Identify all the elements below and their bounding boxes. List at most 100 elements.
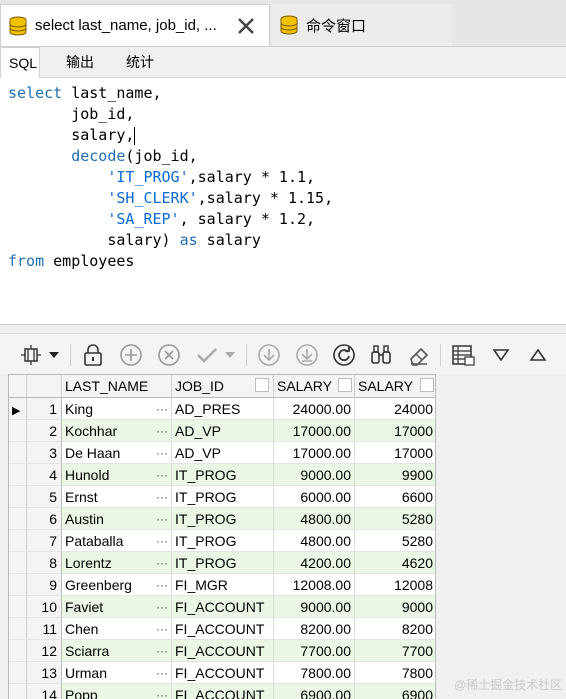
row-number[interactable]: 3 <box>27 442 62 464</box>
cell-salary[interactable]: 9000.00 <box>274 596 355 618</box>
binoculars-icon[interactable] <box>368 342 394 368</box>
cell-salary[interactable]: 4800.00 <box>274 530 355 552</box>
row-number[interactable]: 11 <box>27 618 62 640</box>
cell-salary-computed[interactable]: 7800 <box>355 662 435 684</box>
ellipsis-button[interactable]: ··· <box>156 684 168 699</box>
row-number[interactable]: 7 <box>27 530 62 552</box>
cell-salary[interactable]: 7800.00 <box>274 662 355 684</box>
cell-last-name[interactable]: Sciarra ··· <box>62 640 172 662</box>
cell-salary[interactable]: 12008.00 <box>274 574 355 596</box>
cell-salary[interactable]: 4200.00 <box>274 552 355 574</box>
cell-salary[interactable]: 4800.00 <box>274 508 355 530</box>
ellipsis-button[interactable]: ··· <box>156 420 168 441</box>
cell-job-id[interactable]: AD_PRES <box>172 398 274 420</box>
cell-salary[interactable]: 17000.00 <box>274 442 355 464</box>
cell-last-name[interactable]: Popp ··· <box>62 684 172 699</box>
cell-salary[interactable]: 17000.00 <box>274 420 355 442</box>
ellipsis-button[interactable]: ··· <box>156 486 168 507</box>
column-header-job-id[interactable]: JOB_ID <box>172 375 274 397</box>
cell-salary[interactable]: 6000.00 <box>274 486 355 508</box>
close-icon[interactable] <box>233 13 259 39</box>
ellipsis-button[interactable]: ··· <box>156 574 168 595</box>
row-number[interactable]: 12 <box>27 640 62 662</box>
table-row[interactable]: ▶ 1 King ··· AD_PRES 24000.00 24000 <box>9 398 435 420</box>
tab-sql-query[interactable]: select last_name, job_id, ... <box>0 4 270 46</box>
cell-job-id[interactable]: IT_PROG <box>172 530 274 552</box>
row-number[interactable]: 13 <box>27 662 62 684</box>
post-check-icon[interactable] <box>194 342 220 368</box>
table-row[interactable]: 4 Hunold ··· IT_PROG 9000.00 9900 <box>9 464 435 486</box>
cell-salary-computed[interactable]: 5280 <box>355 508 435 530</box>
column-filter-box[interactable] <box>338 378 352 392</box>
cell-salary-computed[interactable]: 9000 <box>355 596 435 618</box>
cell-last-name[interactable]: Chen ··· <box>62 618 172 640</box>
dropdown-arrow-icon[interactable] <box>46 342 62 368</box>
cell-job-id[interactable]: FI_ACCOUNT <box>172 596 274 618</box>
cell-salary-computed[interactable]: 7700 <box>355 640 435 662</box>
cell-salary-computed[interactable]: 17000 <box>355 420 435 442</box>
cell-last-name[interactable]: Lorentz ··· <box>62 552 172 574</box>
table-row[interactable]: 8 Lorentz ··· IT_PROG 4200.00 4620 <box>9 552 435 574</box>
lock-icon[interactable] <box>80 342 106 368</box>
cell-last-name[interactable]: Greenberg ··· <box>62 574 172 596</box>
ellipsis-button[interactable]: ··· <box>156 508 168 529</box>
table-row[interactable]: 9 Greenberg ··· FI_MGR 12008.00 12008 <box>9 574 435 596</box>
ellipsis-button[interactable]: ··· <box>156 442 168 463</box>
table-row[interactable]: 7 Pataballa ··· IT_PROG 4800.00 5280 <box>9 530 435 552</box>
row-number[interactable]: 5 <box>27 486 62 508</box>
table-view-icon[interactable] <box>450 342 476 368</box>
cell-salary[interactable]: 24000.00 <box>274 398 355 420</box>
row-number[interactable]: 6 <box>27 508 62 530</box>
table-row[interactable]: 6 Austin ··· IT_PROG 4800.00 5280 <box>9 508 435 530</box>
row-number[interactable]: 14 <box>27 684 62 699</box>
cell-salary-computed[interactable]: 24000 <box>355 398 435 420</box>
table-row[interactable]: 12 Sciarra ··· FI_ACCOUNT 7700.00 7700 <box>9 640 435 662</box>
column-header-last-name[interactable]: LAST_NAME <box>62 375 172 397</box>
row-number[interactable]: 8 <box>27 552 62 574</box>
delete-record-icon[interactable] <box>156 342 182 368</box>
table-row[interactable]: 5 Ernst ··· IT_PROG 6000.00 6600 <box>9 486 435 508</box>
tab-command-window[interactable]: 命令窗口 <box>272 4 452 46</box>
cell-last-name[interactable]: King ··· <box>62 398 172 420</box>
subtab-sql[interactable]: SQL <box>0 47 40 78</box>
ellipsis-button[interactable]: ··· <box>156 398 168 419</box>
cell-last-name[interactable]: Hunold ··· <box>62 464 172 486</box>
download-arrow-icon[interactable] <box>256 342 282 368</box>
add-record-icon[interactable] <box>118 342 144 368</box>
row-number[interactable]: 4 <box>27 464 62 486</box>
ellipsis-button[interactable]: ··· <box>156 464 168 485</box>
cell-salary[interactable]: 7700.00 <box>274 640 355 662</box>
row-number[interactable]: 1 <box>27 398 62 420</box>
ellipsis-button[interactable]: ··· <box>156 662 168 683</box>
cell-job-id[interactable]: IT_PROG <box>172 464 274 486</box>
row-number[interactable]: 10 <box>27 596 62 618</box>
cell-job-id[interactable]: FI_MGR <box>172 574 274 596</box>
download-all-icon[interactable] <box>294 342 320 368</box>
cell-last-name[interactable]: Faviet ··· <box>62 596 172 618</box>
cell-job-id[interactable]: FI_ACCOUNT <box>172 640 274 662</box>
cell-last-name[interactable]: Ernst ··· <box>62 486 172 508</box>
column-header-salary-computed[interactable]: SALARY <box>355 375 435 397</box>
ellipsis-button[interactable]: ··· <box>156 640 168 661</box>
column-filter-box[interactable] <box>420 378 434 392</box>
filter-up-icon[interactable] <box>525 342 551 368</box>
table-row[interactable]: 11 Chen ··· FI_ACCOUNT 8200.00 8200 <box>9 618 435 640</box>
cell-last-name[interactable]: Austin ··· <box>62 508 172 530</box>
cell-job-id[interactable]: FI_ACCOUNT <box>172 618 274 640</box>
cell-salary-computed[interactable]: 4620 <box>355 552 435 574</box>
cell-last-name[interactable]: Urman ··· <box>62 662 172 684</box>
ellipsis-button[interactable]: ··· <box>156 552 168 573</box>
cell-last-name[interactable]: De Haan ··· <box>62 442 172 464</box>
cell-job-id[interactable]: FI_ACCOUNT <box>172 662 274 684</box>
post-dropdown-icon[interactable] <box>222 342 238 368</box>
cell-job-id[interactable]: AD_VP <box>172 442 274 464</box>
column-header-salary[interactable]: SALARY <box>274 375 355 397</box>
table-row[interactable]: 3 De Haan ··· AD_VP 17000.00 17000 <box>9 442 435 464</box>
ellipsis-button[interactable]: ··· <box>156 618 168 639</box>
cell-salary-computed[interactable]: 8200 <box>355 618 435 640</box>
cell-job-id[interactable]: IT_PROG <box>172 508 274 530</box>
cell-salary-computed[interactable]: 12008 <box>355 574 435 596</box>
ellipsis-button[interactable]: ··· <box>156 530 168 551</box>
cell-salary[interactable]: 6900.00 <box>274 684 355 699</box>
cell-last-name[interactable]: Kochhar ··· <box>62 420 172 442</box>
